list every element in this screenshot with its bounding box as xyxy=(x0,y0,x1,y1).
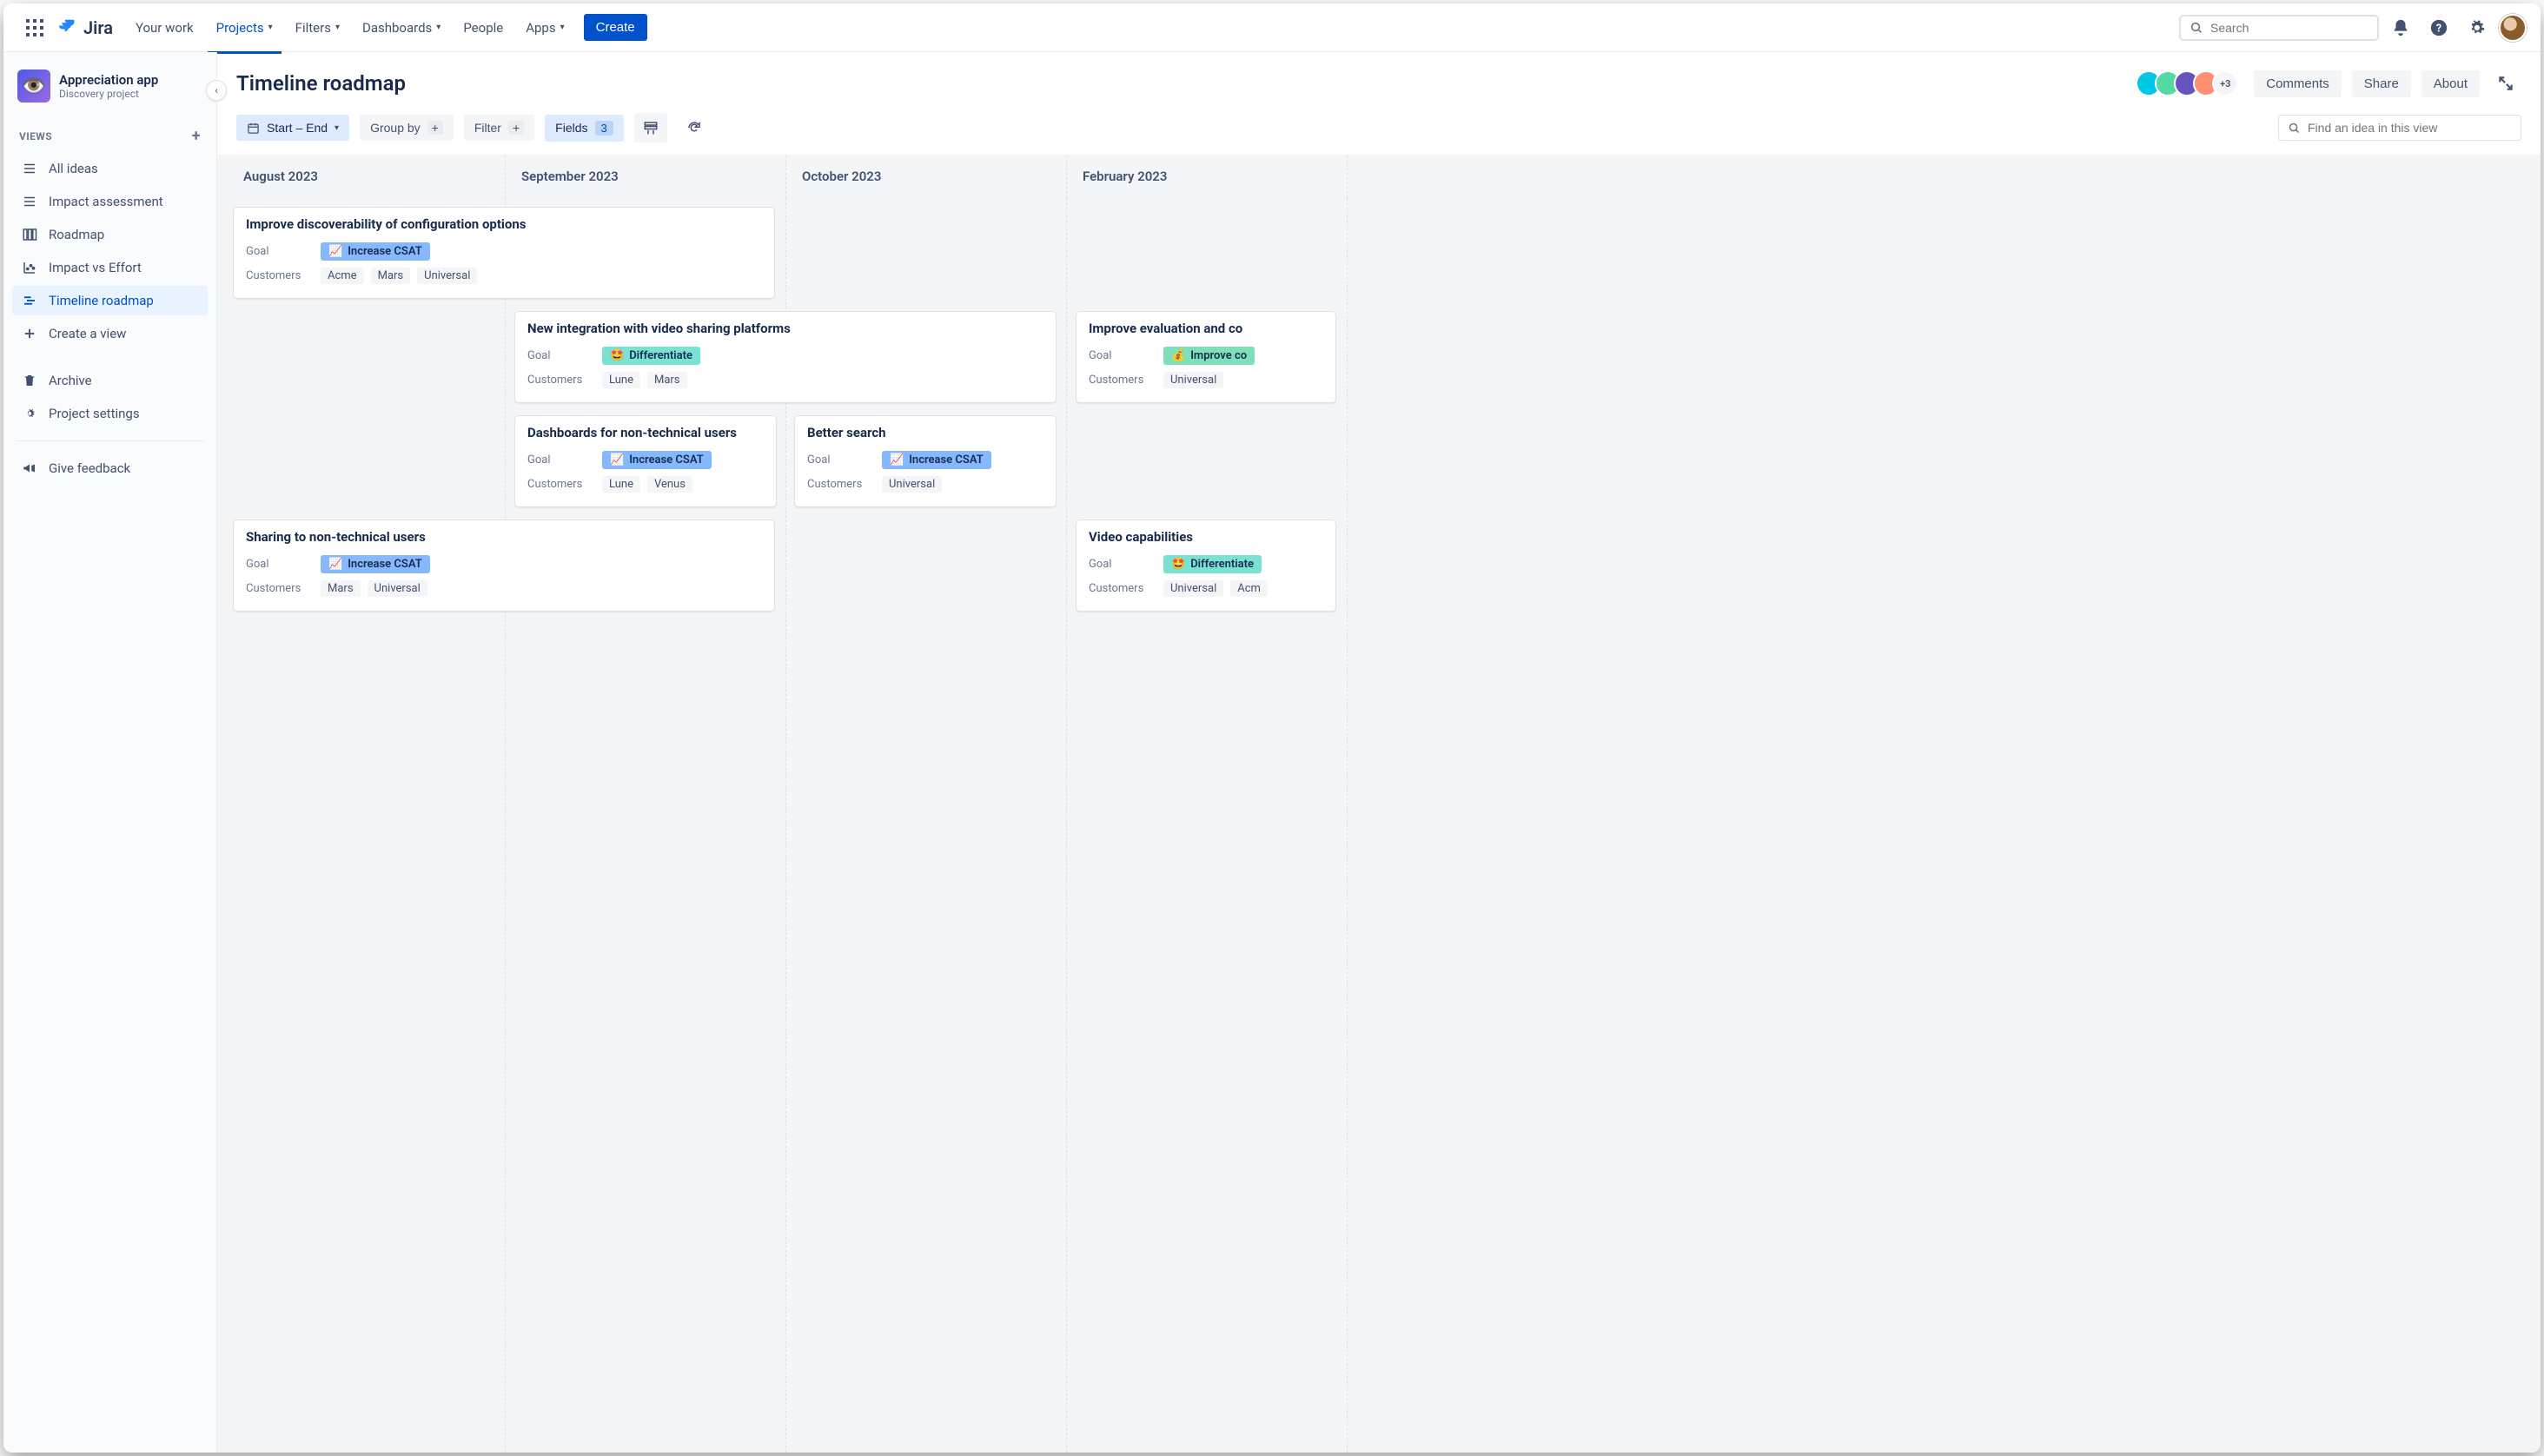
help-icon[interactable]: ? xyxy=(2422,11,2455,44)
idea-card[interactable]: Video capabilities Goal🤩Differentiate Cu… xyxy=(1076,520,1336,612)
timeline-months-header: August 2023 September 2023 October 2023 … xyxy=(228,155,2541,198)
gear-icon xyxy=(21,406,38,421)
month-column: October 2023 xyxy=(786,155,1067,198)
page-title: Timeline roadmap xyxy=(236,71,406,96)
board-icon xyxy=(21,227,38,242)
settings-icon[interactable] xyxy=(2461,11,2494,44)
nav-filters[interactable]: Filters▾ xyxy=(287,13,348,43)
trash-icon xyxy=(21,374,38,387)
goal-chip: 🤩Differentiate xyxy=(1163,555,1262,573)
nav-dashboards[interactable]: Dashboards▾ xyxy=(354,13,449,43)
calendar-icon xyxy=(247,122,260,135)
plus-icon xyxy=(21,326,38,341)
nav-your-work[interactable]: Your work xyxy=(127,13,202,43)
find-in-view[interactable] xyxy=(2278,115,2521,141)
layout-settings-icon[interactable] xyxy=(634,113,667,142)
goal-chip: 📈Increase CSAT xyxy=(602,451,712,469)
project-name: Appreciation app xyxy=(59,72,158,88)
global-search[interactable] xyxy=(2179,15,2379,41)
idea-card[interactable]: Sharing to non-technical users Goal📈Incr… xyxy=(233,520,775,612)
sidebar-item-timeline-roadmap[interactable]: Timeline roadmap xyxy=(12,286,208,315)
sidebar-item-create-view[interactable]: Create a view xyxy=(12,319,208,348)
idea-card[interactable]: Improve discoverability of configuration… xyxy=(233,207,775,299)
sidebar-item-project-settings[interactable]: Project settings xyxy=(12,399,208,428)
about-button[interactable]: About xyxy=(2421,70,2480,97)
sidebar-item-impact-vs-effort[interactable]: Impact vs Effort xyxy=(12,253,208,282)
goal-chip: 📈Increase CSAT xyxy=(321,242,430,261)
card-title: Better search xyxy=(807,425,1043,440)
idea-card[interactable]: Improve evaluation and co Goal💰Improve c… xyxy=(1076,311,1336,403)
card-title: Video capabilities xyxy=(1089,529,1323,545)
month-column: August 2023 xyxy=(228,155,506,198)
card-title: New integration with video sharing platf… xyxy=(527,321,1043,336)
views-section-header: VIEWS + xyxy=(12,118,208,150)
sidebar: ‹ 👁️ Appreciation app Discovery project … xyxy=(3,52,217,1453)
goal-chip: 📈Increase CSAT xyxy=(882,451,991,469)
goal-chip: 🤩Differentiate xyxy=(602,347,700,365)
collaborator-avatars[interactable]: +3 xyxy=(2143,70,2238,96)
app-switcher-icon[interactable] xyxy=(17,10,52,45)
idea-card[interactable]: Better search Goal📈Increase CSAT Custome… xyxy=(794,415,1057,507)
group-by-button[interactable]: Group by+ xyxy=(360,115,454,141)
fullscreen-icon[interactable] xyxy=(2490,68,2521,99)
jira-mark-icon xyxy=(57,17,78,38)
chevron-down-icon: ▾ xyxy=(335,123,339,133)
card-title: Sharing to non-technical users xyxy=(246,529,762,545)
date-range-button[interactable]: Start – End ▾ xyxy=(236,115,349,141)
goal-chip: 💰Improve co xyxy=(1163,347,1255,365)
fields-button[interactable]: Fields3 xyxy=(545,115,624,142)
chevron-down-icon: ▾ xyxy=(560,23,565,32)
chart-icon xyxy=(21,260,38,275)
card-title: Dashboards for non-technical users xyxy=(527,425,764,440)
notifications-icon[interactable] xyxy=(2384,11,2417,44)
card-title: Improve discoverability of configuration… xyxy=(246,216,762,232)
idea-card[interactable]: New integration with video sharing platf… xyxy=(514,311,1057,403)
filter-button[interactable]: Filter+ xyxy=(464,115,534,141)
sidebar-item-all-ideas[interactable]: All ideas xyxy=(12,154,208,183)
sidebar-item-impact-assessment[interactable]: Impact assessment xyxy=(12,187,208,216)
sidebar-item-feedback[interactable]: Give feedback xyxy=(12,453,208,483)
user-avatar[interactable] xyxy=(2499,14,2527,42)
month-column: September 2023 xyxy=(506,155,786,198)
list-icon xyxy=(21,161,38,176)
idea-card[interactable]: Dashboards for non-technical users Goal📈… xyxy=(514,415,777,507)
comments-button[interactable]: Comments xyxy=(2254,70,2342,97)
create-button[interactable]: Create xyxy=(584,14,647,41)
sidebar-item-archive[interactable]: Archive xyxy=(12,366,208,395)
chevron-down-icon: ▾ xyxy=(335,23,340,32)
nav-projects[interactable]: Projects▾ xyxy=(208,13,282,43)
svg-text:?: ? xyxy=(2436,22,2441,35)
nav-apps[interactable]: Apps▾ xyxy=(517,13,573,43)
month-column: February 2023 xyxy=(1067,155,1348,198)
list-icon xyxy=(21,194,38,209)
jira-logo[interactable]: Jira xyxy=(57,17,113,38)
global-search-input[interactable] xyxy=(2210,21,2368,35)
add-view-icon[interactable]: + xyxy=(192,127,201,145)
search-icon xyxy=(2190,21,2203,35)
sidebar-collapse-button[interactable]: ‹ xyxy=(206,80,227,101)
refresh-icon[interactable] xyxy=(678,113,711,142)
avatar-overflow[interactable]: +3 xyxy=(2212,70,2238,96)
project-header[interactable]: 👁️ Appreciation app Discovery project xyxy=(12,69,208,115)
timeline-icon xyxy=(21,293,38,308)
chevron-down-icon: ▾ xyxy=(436,23,441,32)
top-nav: Jira Your work Projects▾ Filters▾ Dashbo… xyxy=(3,3,2541,52)
chevron-down-icon: ▾ xyxy=(268,23,273,32)
search-icon xyxy=(2288,122,2301,135)
project-subtitle: Discovery project xyxy=(59,88,158,100)
find-input[interactable] xyxy=(2308,121,2512,135)
megaphone-icon xyxy=(21,460,38,476)
goal-chip: 📈Increase CSAT xyxy=(321,555,430,573)
nav-people[interactable]: People xyxy=(454,13,512,43)
card-title: Improve evaluation and co xyxy=(1089,321,1323,336)
sidebar-item-roadmap[interactable]: Roadmap xyxy=(12,220,208,249)
share-button[interactable]: Share xyxy=(2352,70,2411,97)
project-icon: 👁️ xyxy=(17,69,50,103)
jira-logo-text: Jira xyxy=(83,17,113,38)
